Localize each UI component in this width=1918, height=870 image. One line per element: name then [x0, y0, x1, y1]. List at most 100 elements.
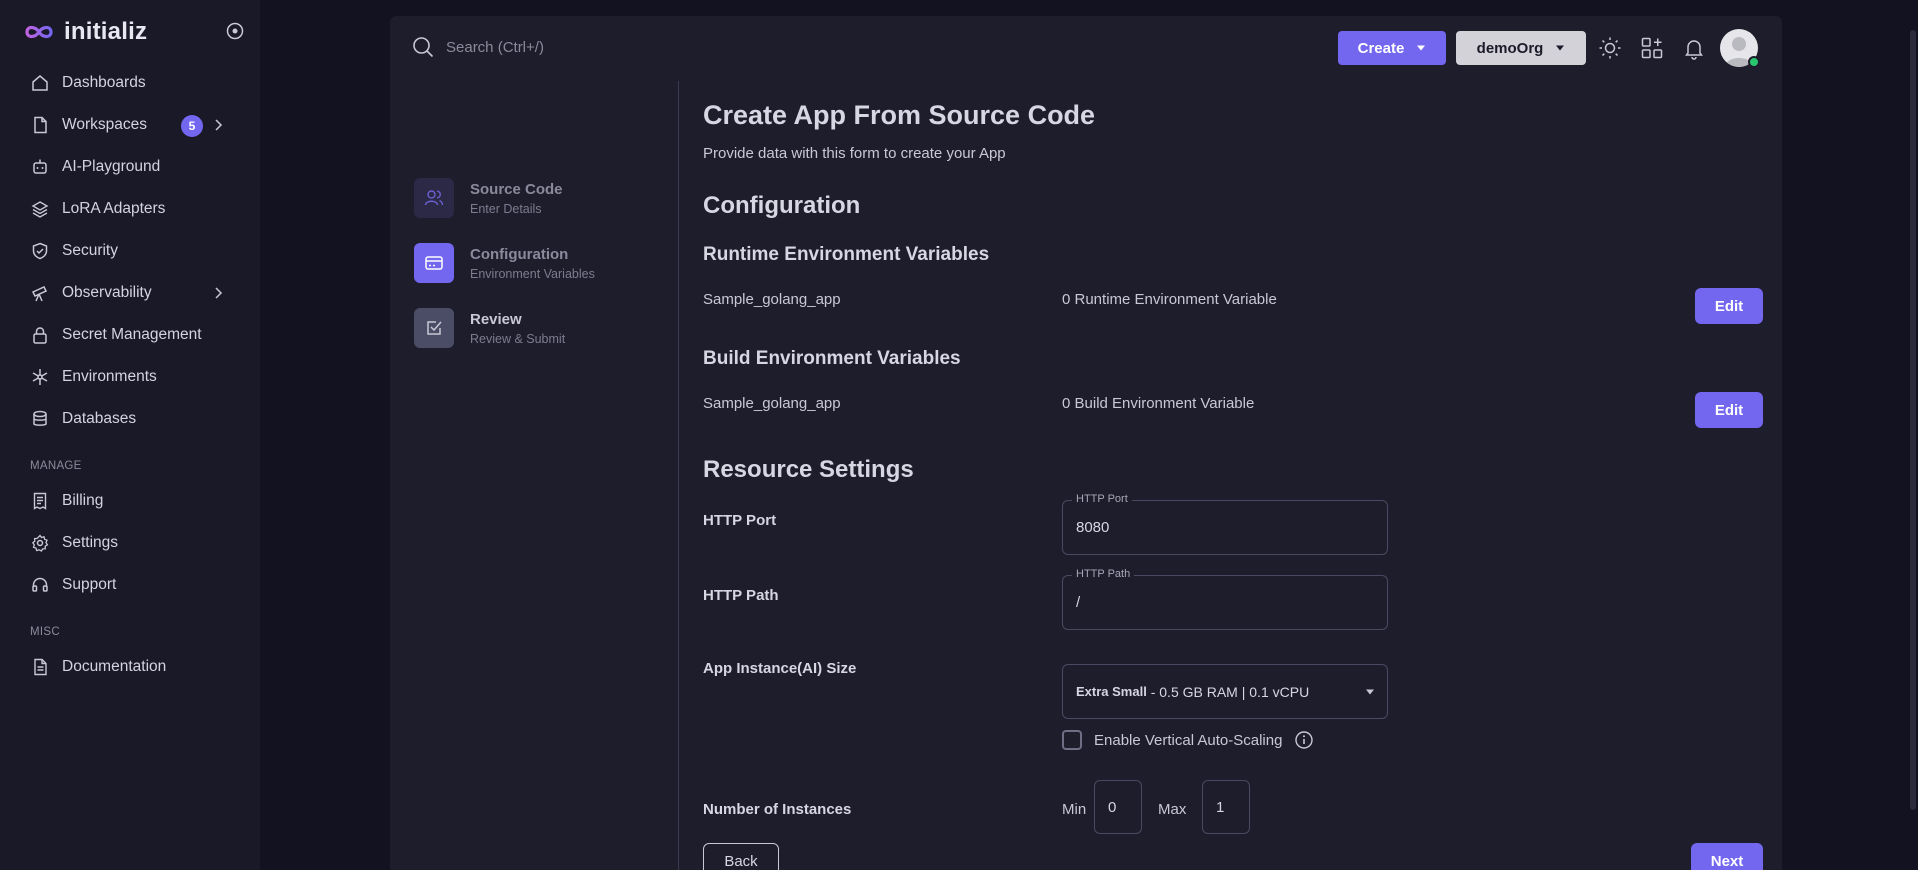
http-port-legend: HTTP Port	[1072, 493, 1132, 505]
page-scrollbar[interactable]	[1908, 0, 1918, 870]
credit-card-icon	[414, 243, 454, 283]
max-label: Max	[1158, 801, 1187, 818]
section-label-misc: MISC	[30, 626, 60, 638]
checkbox-checked-icon	[414, 308, 454, 348]
sidebar-item-security[interactable]: Security	[0, 230, 260, 272]
instance-size-spec: - 0.5 GB RAM | 0.1 vCPU	[1146, 683, 1310, 700]
instances-label: Number of Instances	[703, 801, 852, 818]
http-port-label: HTTP Port	[703, 512, 777, 529]
autoscaling-row: Enable Vertical Auto-Scaling	[1062, 730, 1314, 750]
brand-logo[interactable]: initializ	[24, 18, 147, 46]
sidebar-item-label: Environments	[62, 368, 157, 385]
sidebar-item-settings[interactable]: Settings	[0, 522, 260, 564]
sidebar-item-label: AI-Playground	[62, 158, 161, 175]
lock-icon	[30, 325, 50, 345]
sidebar-item-label: Settings	[62, 534, 119, 551]
users-icon	[414, 178, 454, 218]
sidebar-item-support[interactable]: Support	[0, 564, 260, 606]
main-card: Create demoOrg Source Code Enter Details	[390, 16, 1782, 870]
search-bar[interactable]	[412, 36, 706, 58]
scrollbar-thumb[interactable]	[1910, 30, 1916, 810]
sidebar-item-label: Billing	[62, 492, 104, 509]
step-subtitle: Review & Submit	[470, 332, 566, 346]
headset-icon	[30, 575, 50, 595]
min-label: Min	[1062, 801, 1087, 818]
snowflake-icon	[30, 367, 50, 387]
build-env-count: 0 Build Environment Variable	[1062, 395, 1255, 412]
stepper-divider	[678, 81, 679, 870]
back-button[interactable]: Back	[703, 843, 779, 870]
sidebar-item-databases[interactable]: Databases	[0, 398, 260, 440]
http-port-field[interactable]: HTTP Port	[1062, 493, 1388, 555]
sidebar-item-label: LoRA Adapters	[62, 200, 166, 217]
autoscaling-label: Enable Vertical Auto-Scaling	[1094, 731, 1283, 749]
brand-name: initializ	[64, 18, 148, 45]
telescope-icon	[30, 283, 50, 303]
infinity-logo-icon	[24, 24, 54, 40]
sidebar-item-observability[interactable]: Observability	[0, 272, 260, 314]
layers-icon	[30, 199, 50, 219]
chevron-right-icon	[214, 118, 224, 132]
page-title: Create App From Source Code	[703, 100, 1096, 130]
sidebar-item-label: Workspaces	[62, 116, 147, 133]
max-instances-field[interactable]	[1202, 780, 1250, 834]
configuration-heading: Configuration	[703, 192, 861, 219]
min-instances-field[interactable]	[1094, 780, 1142, 834]
step-source-code[interactable]: Source Code Enter Details	[414, 178, 563, 218]
min-instances-input[interactable]	[1095, 781, 1141, 833]
autoscaling-checkbox[interactable]	[1062, 730, 1082, 750]
edit-build-env-button[interactable]: Edit	[1695, 392, 1763, 428]
workspaces-count-badge: 5	[181, 115, 203, 137]
sidebar-item-workspaces[interactable]: Workspaces 5	[0, 104, 260, 146]
build-env-heading: Build Environment Variables	[703, 348, 961, 369]
sidebar-item-dashboards[interactable]: Dashboards	[0, 62, 260, 104]
http-path-field[interactable]: HTTP Path	[1062, 568, 1388, 630]
http-path-input[interactable]	[1076, 594, 1376, 611]
instance-size-label: App Instance(AI) Size	[703, 660, 857, 677]
file-icon	[30, 115, 50, 135]
home-icon	[30, 73, 50, 93]
sidebar: initializ Dashboards Workspaces 5 AI-Pla…	[0, 0, 260, 870]
form-content: Create App From Source Code Provide data…	[703, 16, 1763, 870]
instance-size-select[interactable]: Extra Small - 0.5 GB RAM | 0.1 vCPU	[1062, 664, 1388, 719]
instance-size-name: Extra Small	[1076, 684, 1147, 699]
sidebar-item-ai-playground[interactable]: AI-Playground	[0, 146, 260, 188]
edit-runtime-env-button[interactable]: Edit	[1695, 288, 1763, 324]
sidebar-item-environments[interactable]: Environments	[0, 356, 260, 398]
sidebar-item-lora-adapters[interactable]: LoRA Adapters	[0, 188, 260, 230]
sidebar-item-documentation[interactable]: Documentation	[0, 646, 260, 688]
search-input[interactable]	[446, 38, 706, 56]
max-instances-input[interactable]	[1203, 781, 1249, 833]
sidebar-item-secret-management[interactable]: Secret Management	[0, 314, 260, 356]
sidebar-item-label: Support	[62, 576, 117, 593]
sidebar-collapse-toggle-icon[interactable]	[226, 22, 244, 40]
step-review[interactable]: Review Review & Submit	[414, 308, 565, 348]
sidebar-item-label: Documentation	[62, 658, 167, 675]
section-label-manage: MANAGE	[30, 460, 82, 472]
sidebar-item-label: Secret Management	[62, 326, 202, 343]
resource-settings-heading: Resource Settings	[703, 456, 914, 483]
step-configuration[interactable]: Configuration Environment Variables	[414, 243, 595, 283]
step-title: Source Code	[470, 181, 563, 198]
sidebar-item-label: Dashboards	[62, 74, 146, 91]
chevron-right-icon	[214, 286, 224, 300]
step-subtitle: Enter Details	[470, 202, 542, 216]
shield-icon	[30, 241, 50, 261]
document-icon	[30, 657, 50, 677]
build-app-name: Sample_golang_app	[703, 395, 841, 412]
sidebar-item-label: Observability	[62, 284, 152, 301]
step-title: Review	[470, 311, 522, 328]
sidebar-nav: Dashboards Workspaces 5 AI-Playground Lo…	[0, 62, 260, 688]
caret-down-icon	[1365, 689, 1375, 695]
sidebar-item-label: Security	[62, 242, 118, 259]
sidebar-item-billing[interactable]: Billing	[0, 480, 260, 522]
runtime-env-count: 0 Runtime Environment Variable	[1062, 291, 1277, 308]
database-icon	[30, 409, 50, 429]
next-button[interactable]: Next	[1691, 843, 1763, 870]
info-icon[interactable]	[1294, 730, 1314, 750]
http-port-input[interactable]	[1076, 519, 1376, 536]
step-title: Configuration	[470, 246, 569, 263]
step-subtitle: Environment Variables	[470, 267, 595, 281]
robot-icon	[30, 157, 50, 177]
runtime-app-name: Sample_golang_app	[703, 291, 841, 308]
